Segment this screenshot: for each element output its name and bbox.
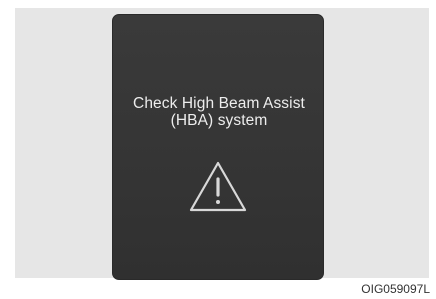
warning-message-line-2: (HBA) system — [170, 112, 268, 129]
warning-triangle-icon — [187, 159, 249, 215]
warning-message: Check High Beam Assist (HBA) system — [113, 95, 325, 129]
cluster-display-panel: Check High Beam Assist (HBA) system — [112, 14, 324, 280]
warning-message-line-1: Check High Beam Assist — [133, 95, 305, 112]
figure-code-label: OIG059097L — [361, 282, 430, 296]
